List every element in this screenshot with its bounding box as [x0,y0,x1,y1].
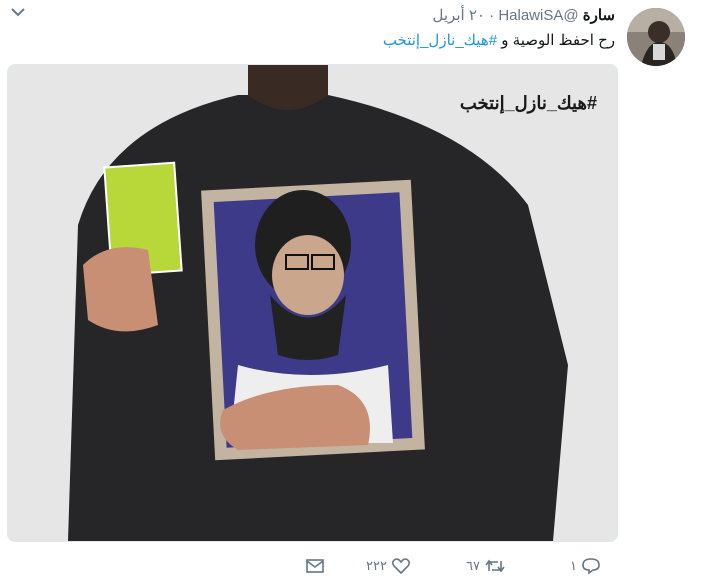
tweet-media-image[interactable]: #هيك_نازل_إنتخب [7,64,618,542]
author-handle[interactable]: @HalawiSA [498,7,578,24]
like-button[interactable]: ٢٢٢ [362,555,411,577]
tweet[interactable]: سارة @HalawiSA · ٢٠ أبريل رح احفظ الوصية… [0,0,701,577]
tweet-header: سارة @HalawiSA · ٢٠ أبريل [433,6,615,26]
reply-button[interactable]: ١ [566,555,601,577]
retweet-count: ٦٧ [466,558,480,573]
tweet-actions: ١ ٦٧ ٢٢٢ [0,555,701,577]
envelope-icon [306,559,324,573]
hashtag-link[interactable]: #هيك_نازل_إنتخب [383,32,497,49]
avatar[interactable] [627,8,685,66]
heart-icon [391,558,411,575]
chevron-down-icon[interactable] [10,6,26,20]
tweet-text-body: رح احفظ الوصية و [497,32,615,49]
retweet-button[interactable]: ٦٧ [462,555,506,577]
reply-count: ١ [570,558,577,573]
retweet-icon [485,559,505,573]
reply-icon [582,558,600,575]
like-count: ٢٢٢ [366,558,387,573]
tweet-timestamp[interactable]: ٢٠ أبريل [433,7,485,24]
direct-message-button[interactable] [305,555,325,577]
separator-dot: · [489,7,495,24]
campaign-photo [8,65,617,541]
author-name[interactable]: سارة [583,7,615,24]
tweet-text: رح احفظ الوصية و #هيك_نازل_إنتخب [383,30,615,52]
image-overlay-hashtag: #هيك_نازل_إنتخب [459,93,597,113]
